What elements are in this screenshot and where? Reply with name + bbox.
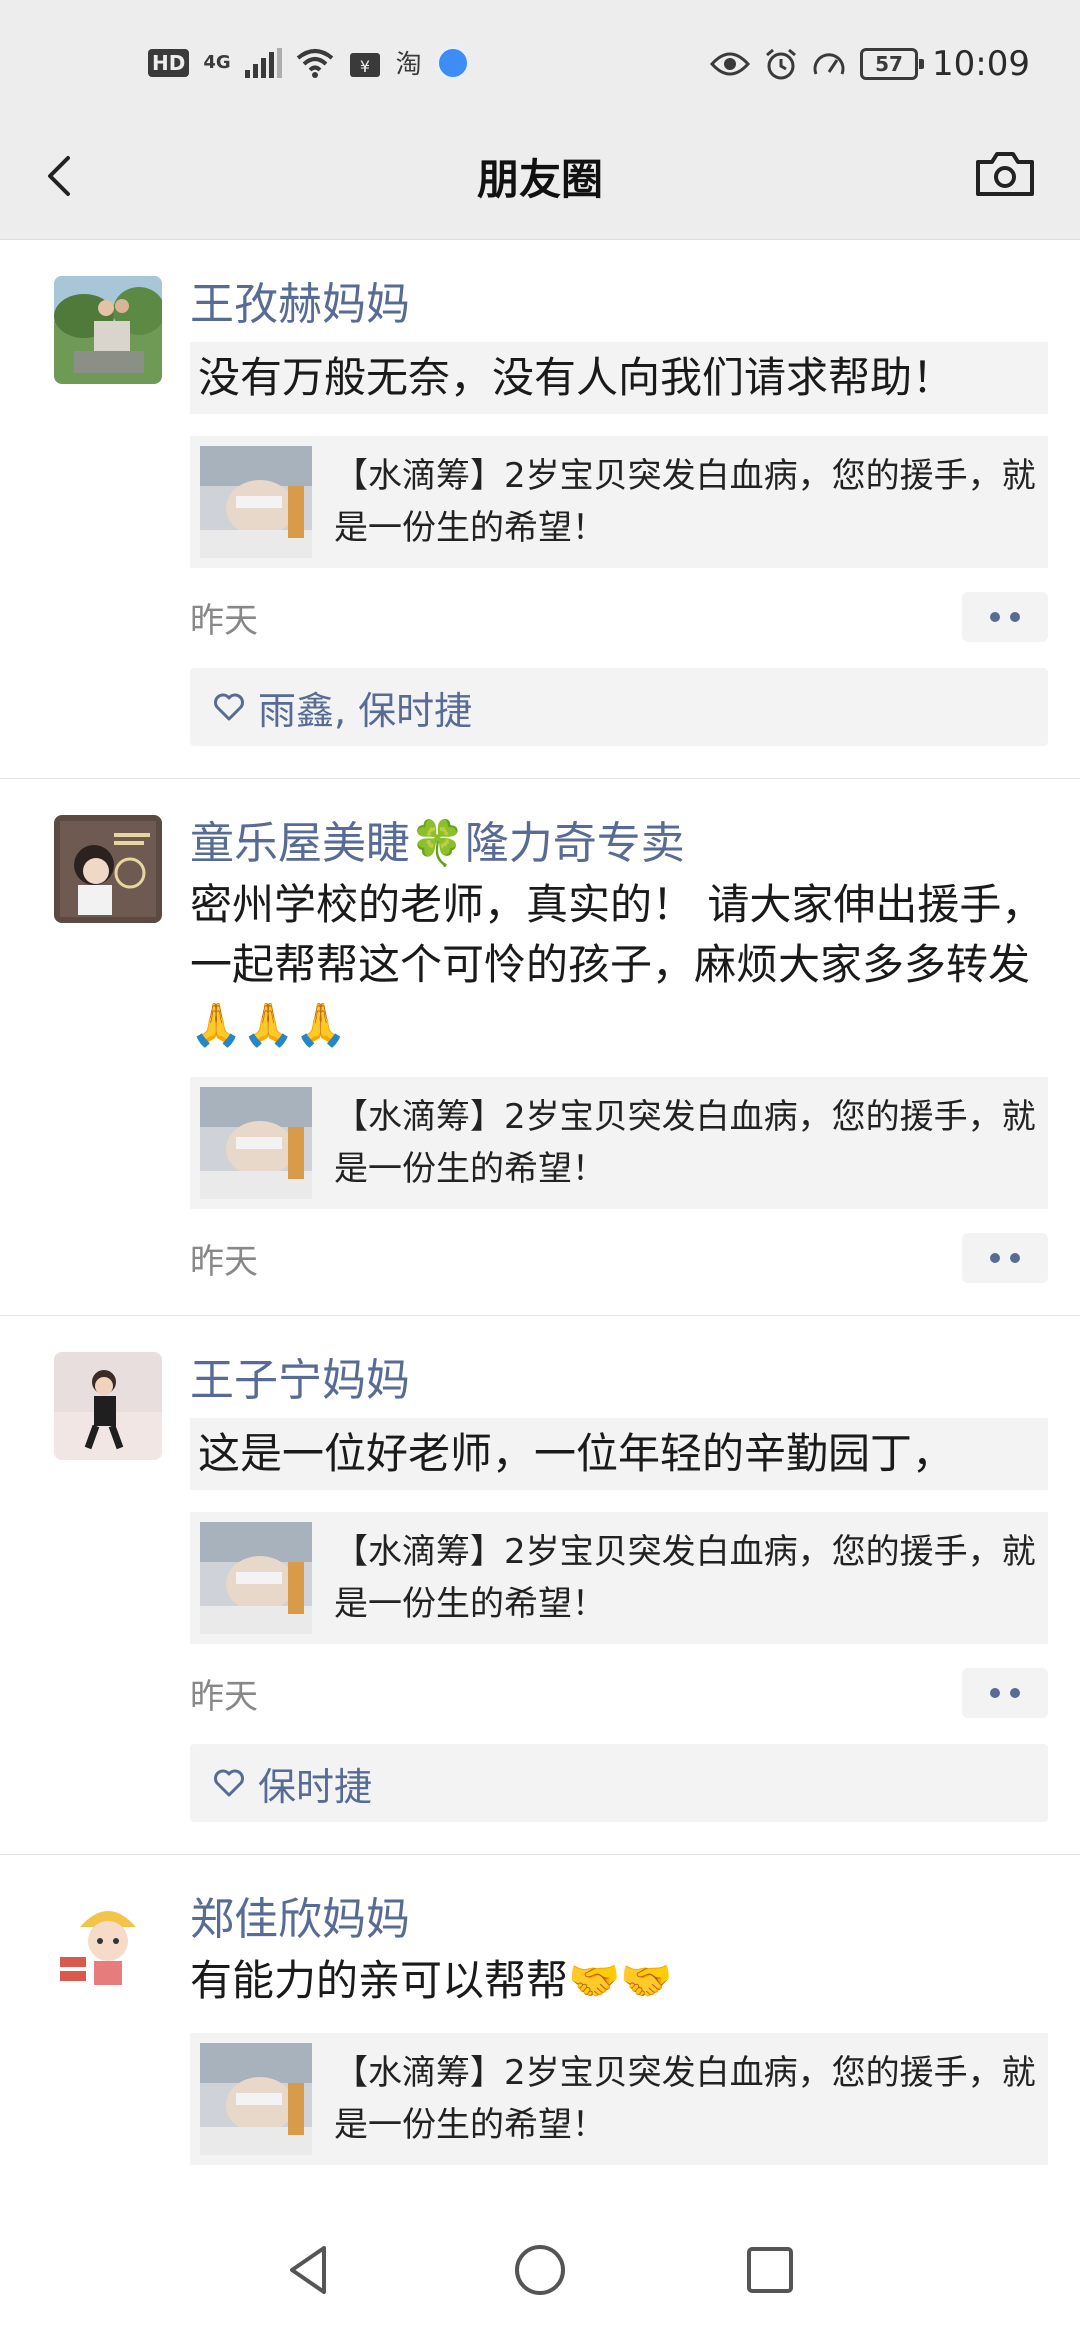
- home-circle-icon[interactable]: [510, 2240, 570, 2300]
- heart-icon: [214, 1769, 244, 1797]
- app-notification-icon: [435, 45, 470, 80]
- post-meta: 昨天: [190, 592, 1048, 642]
- avatar[interactable]: [54, 1352, 162, 1460]
- eye-icon: [710, 52, 751, 76]
- more-actions-button[interactable]: [962, 592, 1048, 642]
- moment-post: 童乐屋美睫🍀隆力奇专卖 密州学校的老师，真实的！ 请大家伸出援手，一起帮帮这个可…: [0, 779, 1080, 1316]
- link-thumbnail: [200, 1522, 312, 1634]
- taobao-icon: 淘: [395, 50, 422, 80]
- link-thumbnail: [200, 1087, 312, 1199]
- shared-link-card[interactable]: 【水滴筹】2岁宝贝突发白血病，您的援手，就是一份生的希望！: [190, 1512, 1048, 1644]
- liked-by-names[interactable]: 雨鑫, 保时捷: [258, 680, 472, 735]
- moment-post: 郑佳欣妈妈 有能力的亲可以帮帮🤝🤝 【水滴筹】2岁宝贝突发白血病，您的援手，就是…: [0, 1855, 1080, 2197]
- hd-badge: HD: [148, 48, 190, 77]
- post-time: 昨天: [190, 1676, 258, 1717]
- liked-by-names[interactable]: 保时捷: [258, 1756, 372, 1811]
- moment-post: 王子宁妈妈 这是一位好老师，一位年轻的辛勤园丁， 【水滴筹】2岁宝贝突发白血病，…: [0, 1316, 1080, 1855]
- link-title: 【水滴筹】2岁宝贝突发白血病，您的援手，就是一份生的希望！: [334, 1532, 1036, 1624]
- nickname[interactable]: 童乐屋美睫🍀隆力奇专卖: [190, 815, 1048, 873]
- status-right: 57 10:09: [710, 44, 1030, 84]
- wifi-icon: [296, 48, 333, 78]
- recents-square-icon[interactable]: [740, 2240, 800, 2300]
- more-actions-button[interactable]: [962, 1668, 1048, 1718]
- link-title: 【水滴筹】2岁宝贝突发白血病，您的援手，就是一份生的希望！: [334, 456, 1036, 548]
- nickname[interactable]: 王孜赫妈妈: [190, 276, 1048, 334]
- avatar[interactable]: [54, 276, 162, 384]
- battery-icon: 57: [860, 48, 925, 80]
- back-triangle-icon[interactable]: [280, 2240, 340, 2300]
- alarm-icon: [766, 48, 796, 80]
- link-title: 【水滴筹】2岁宝贝突发白血病，您的援手，就是一份生的希望！: [334, 2053, 1036, 2145]
- post-meta: 昨天: [190, 1233, 1048, 1283]
- likes-bar: 保时捷: [190, 1744, 1048, 1822]
- post-text: 密州学校的老师，真实的！ 请大家伸出援手，一起帮帮这个可怜的孩子，麻烦大家多多转…: [190, 880, 1044, 1049]
- post-time: 昨天: [190, 600, 258, 641]
- avatar[interactable]: [54, 815, 162, 923]
- post-meta: 昨天: [190, 1668, 1048, 1718]
- post-text: 有能力的亲可以帮帮🤝🤝: [190, 1956, 673, 2005]
- signal-icon: [244, 47, 282, 78]
- clock: 10:09: [932, 44, 1030, 84]
- shared-link-card[interactable]: 【水滴筹】2岁宝贝突发白血病，您的援手，就是一份生的希望！: [190, 2033, 1048, 2165]
- more-actions-button[interactable]: [962, 1233, 1048, 1283]
- post-time: 昨天: [190, 1241, 258, 1282]
- link-thumbnail: [200, 446, 312, 558]
- shared-link-card[interactable]: 【水滴筹】2岁宝贝突发白血病，您的援手，就是一份生的希望！: [190, 1077, 1048, 1209]
- post-text: 没有万般无奈，没有人向我们请求帮助！: [190, 342, 1048, 414]
- likes-bar: 雨鑫, 保时捷: [190, 668, 1048, 746]
- link-title: 【水滴筹】2岁宝贝突发白血病，您的援手，就是一份生的希望！: [334, 1097, 1036, 1189]
- wallet-icon: ¥: [349, 52, 380, 77]
- nickname[interactable]: 王子宁妈妈: [190, 1352, 1048, 1410]
- status-left: HD 4G ¥ 淘: [148, 44, 470, 81]
- nickname[interactable]: 郑佳欣妈妈: [190, 1891, 1048, 1949]
- post-text: 这是一位好老师，一位年轻的辛勤园丁，: [190, 1418, 1048, 1490]
- speed-icon: [813, 53, 845, 75]
- moments-feed[interactable]: 王孜赫妈妈 没有万般无奈，没有人向我们请求帮助！ 【水滴筹】2岁宝贝突发白血病，…: [0, 240, 1080, 2200]
- page-title: 朋友圈: [476, 155, 603, 204]
- status-bar: HD 4G ¥ 淘 57 10:09: [0, 0, 1080, 134]
- link-thumbnail: [200, 2043, 312, 2155]
- system-nav-bar: [0, 2200, 1080, 2340]
- shared-link-card[interactable]: 【水滴筹】2岁宝贝突发白血病，您的援手，就是一份生的希望！: [190, 436, 1048, 568]
- camera-icon[interactable]: [970, 144, 1040, 204]
- avatar[interactable]: [54, 1891, 162, 1999]
- nav-bar: 朋友圈: [0, 134, 1080, 240]
- heart-icon: [214, 693, 244, 721]
- moment-post: 王孜赫妈妈 没有万般无奈，没有人向我们请求帮助！ 【水滴筹】2岁宝贝突发白血病，…: [0, 240, 1080, 779]
- svg-text:¥: ¥: [360, 57, 370, 76]
- network-type: 4G: [203, 51, 231, 73]
